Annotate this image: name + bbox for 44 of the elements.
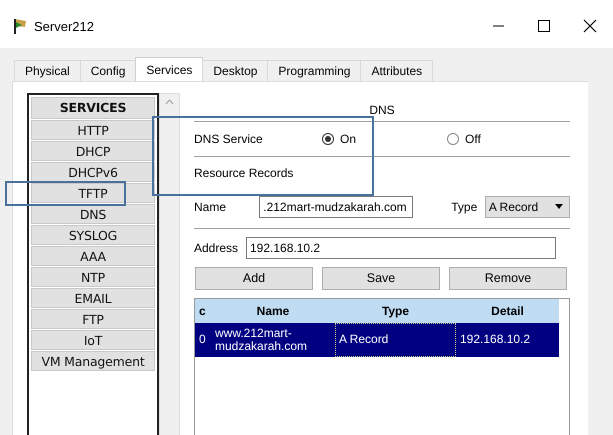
service-item[interactable]: IoT (31, 330, 155, 350)
field-label: DNS Service (194, 132, 264, 146)
service-item[interactable]: VM Management (31, 351, 155, 371)
radio-button[interactable]: Off (447, 132, 527, 146)
tab[interactable]: Physical (14, 60, 81, 81)
column-header: Type (335, 298, 456, 323)
column-header: Name (211, 298, 335, 323)
service-item[interactable]: FTP (31, 309, 155, 329)
tab[interactable]: Services (135, 57, 204, 81)
action-button[interactable]: Save (322, 266, 440, 290)
action-button[interactable]: Remove (449, 266, 567, 290)
field-label: Type (451, 200, 478, 214)
section-label: Resource Records (194, 164, 294, 182)
caret-icon (555, 204, 563, 210)
table-cell: 0 (195, 322, 211, 357)
table-cell: www.212mart-mudzakarah.com (211, 322, 335, 357)
window-title: Server212 (34, 18, 95, 34)
list-header: SERVICES (31, 97, 155, 119)
service-item[interactable]: HTTP (31, 120, 155, 140)
service-item[interactable]: DHCPv6 (31, 162, 155, 182)
tab[interactable]: Desktop (202, 60, 268, 81)
column-header: c (195, 298, 211, 323)
name-field[interactable]: .212mart-mudzakarah.com (259, 196, 414, 218)
field-label: Name (194, 200, 228, 214)
action-button[interactable]: Add (195, 266, 313, 290)
service-item[interactable]: DHCP (31, 141, 155, 161)
table-cell: 192.168.10.2 (456, 322, 559, 357)
column-header: Detail (456, 298, 559, 323)
field-label: Address (194, 240, 240, 255)
table-cell: A Record (335, 322, 456, 357)
app-icon (12, 17, 28, 35)
address-field[interactable]: 192.168.10.2 (246, 236, 556, 259)
service-item[interactable]: SYSLOG (31, 225, 155, 245)
radio-button[interactable]: On (322, 132, 447, 146)
service-item[interactable]: TFTP (31, 183, 155, 203)
service-item[interactable]: NTP (31, 267, 155, 287)
tab[interactable]: Attributes (360, 60, 434, 81)
service-item[interactable]: DNS (31, 204, 155, 224)
service-item[interactable]: EMAIL (31, 288, 155, 308)
scroll-up-icon[interactable] (165, 99, 174, 105)
service-item[interactable]: AAA (31, 246, 155, 266)
type-dropdown[interactable]: A Record (484, 196, 570, 218)
section-title: DNS (368, 103, 396, 119)
scrollbar[interactable] (159, 93, 180, 435)
